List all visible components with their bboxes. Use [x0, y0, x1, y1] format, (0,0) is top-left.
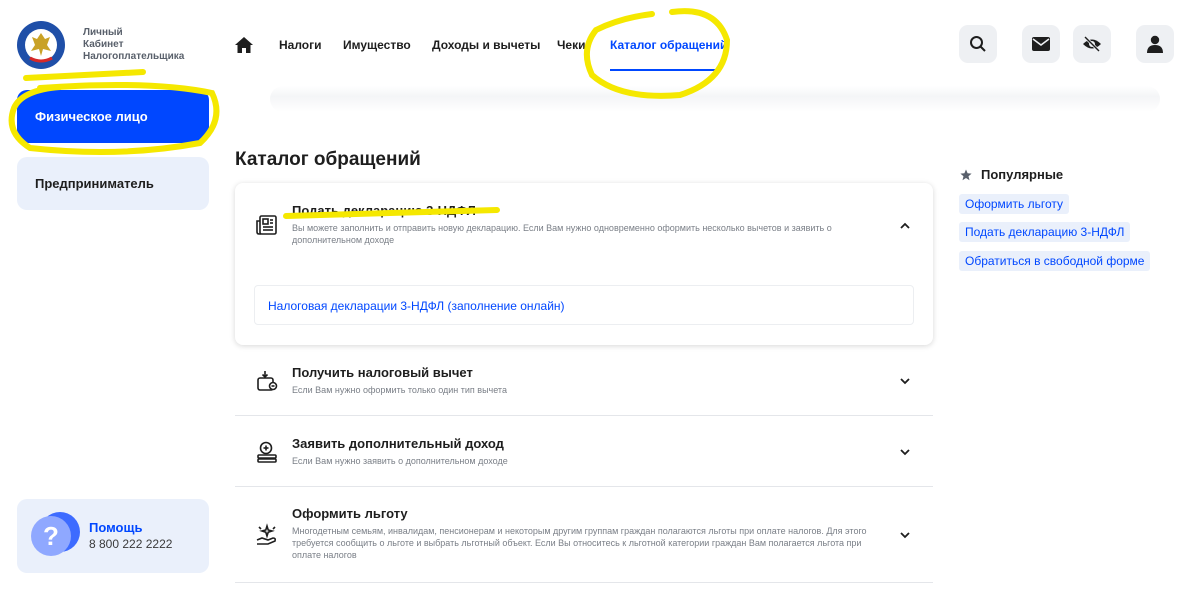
sidebar-item-individual[interactable]: Физическое лицо [17, 90, 209, 143]
money-plus-icon [255, 440, 279, 464]
hide-eye-icon [1083, 36, 1101, 52]
item-title[interactable]: Получить налоговый вычет [292, 365, 473, 380]
item-title[interactable]: Оформить льготу [292, 506, 408, 521]
catalog-item-deduction[interactable]: Получить налоговый вычет Если Вам нужно … [235, 345, 933, 416]
sidebar-item-label: Предприниматель [35, 176, 154, 191]
item-description: Если Вам нужно оформить только один тип … [292, 385, 507, 395]
star-icon [960, 169, 972, 180]
chevron-up-icon[interactable] [899, 219, 911, 231]
search-icon [970, 36, 986, 52]
popular-tag-free-form[interactable]: Обратиться в свободной форме [959, 251, 1151, 271]
header-divider [270, 86, 1160, 112]
highlight-loop-nav [583, 8, 731, 99]
visibility-button[interactable] [1073, 25, 1111, 63]
nav-income[interactable]: Доходы и вычеты [432, 38, 540, 52]
popular-tag-benefit[interactable]: Оформить льготу [959, 194, 1069, 214]
item-title[interactable]: Подать декларацию 3-НДФЛ [292, 203, 476, 218]
popular-tag-declaration[interactable]: Подать декларацию 3-НДФЛ [959, 222, 1131, 242]
mail-icon [1032, 37, 1050, 51]
highlight-underline-sidebar [23, 69, 146, 81]
chevron-down-icon[interactable] [899, 528, 911, 540]
mail-button[interactable] [1022, 25, 1060, 63]
search-button[interactable] [959, 25, 997, 63]
user-icon [1147, 35, 1163, 53]
newspaper-icon [255, 213, 279, 237]
sidebar-item-entrepreneur[interactable]: Предприниматель [17, 157, 209, 210]
catalog-item-declaration[interactable]: Подать декларацию 3-НДФЛ Вы можете запол… [235, 183, 933, 345]
nav-receipts[interactable]: Чеки [557, 38, 586, 52]
catalog-item-additional-income[interactable]: Заявить дополнительный доход Если Вам ну… [235, 416, 933, 487]
catalog-item-benefit[interactable]: Оформить льготу Многодетным семьям, инва… [235, 487, 933, 583]
home-icon[interactable] [234, 36, 254, 54]
item-description: Многодетным семьям, инвалидам, пенсионер… [292, 526, 867, 560]
sub-link-box: Налоговая декларации 3-НДФЛ (заполнение … [254, 285, 914, 325]
nav-active-underline [610, 69, 718, 71]
sidebar-item-label: Физическое лицо [35, 109, 148, 124]
fns-logo[interactable] [16, 20, 66, 70]
question-icon: ? [31, 516, 71, 556]
declaration-online-link[interactable]: Налоговая декларации 3-НДФЛ (заполнение … [268, 299, 565, 313]
wallet-download-icon [255, 369, 279, 393]
logo-caption: Личный Кабинет Налогоплательщика [83, 27, 185, 62]
item-description: Вы можете заполнить и отправить новую де… [292, 223, 832, 245]
nav-property[interactable]: Имущество [343, 38, 411, 52]
nav-taxes[interactable]: Налоги [279, 38, 322, 52]
popular-title-label: Популярные [981, 167, 1064, 182]
nav-catalog[interactable]: Каталог обращений [610, 38, 727, 52]
item-title[interactable]: Заявить дополнительный доход [292, 436, 504, 451]
hand-sparkle-icon [255, 523, 279, 547]
page-title: Каталог обращений [235, 149, 421, 170]
popular-title: Популярные [960, 167, 1063, 182]
profile-button[interactable] [1136, 25, 1174, 63]
item-description: Если Вам нужно заявить о дополнительном … [292, 456, 508, 466]
help-title[interactable]: Помощь [89, 520, 142, 535]
chevron-down-icon[interactable] [899, 374, 911, 386]
help-phone: 8 800 222 2222 [89, 537, 173, 551]
chevron-down-icon[interactable] [899, 445, 911, 457]
